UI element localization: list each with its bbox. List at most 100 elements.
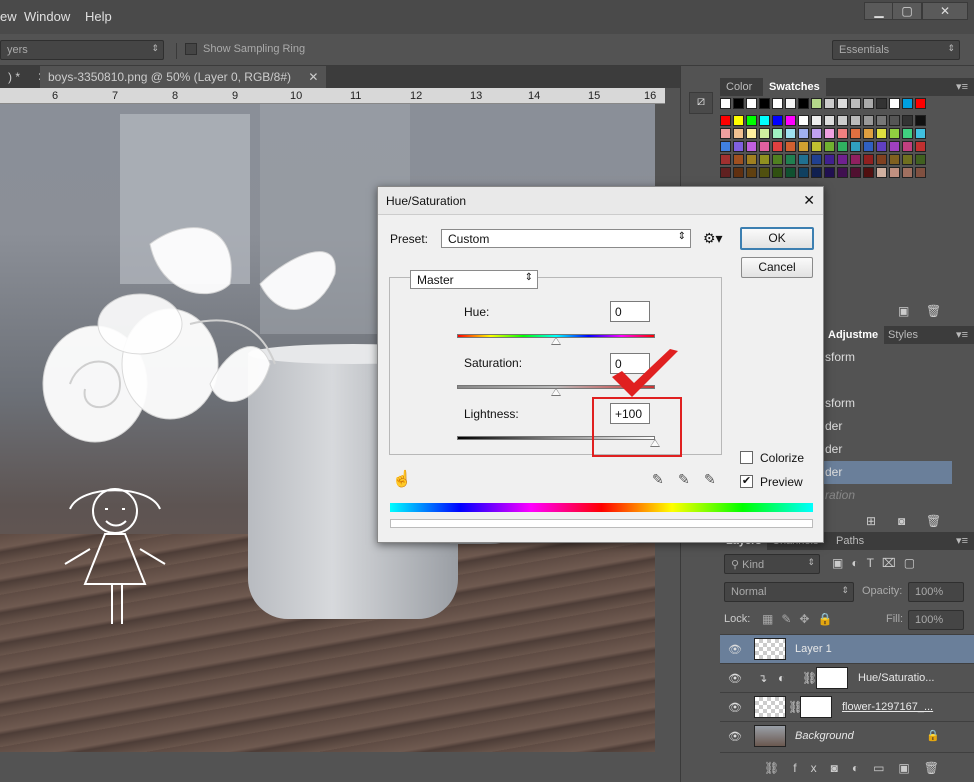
color-swatch[interactable] [785,98,796,109]
color-swatch[interactable] [798,128,809,139]
color-swatch[interactable] [876,98,887,109]
tab-active-document[interactable]: boys-3350810.png @ 50% (Layer 0, RGB/8#)… [40,66,327,88]
layer-row-background[interactable]: 👁 Background 🔒 [720,721,974,750]
color-swatch[interactable] [876,115,887,126]
color-swatch[interactable] [798,98,809,109]
tab-color[interactable]: Color [720,78,758,96]
color-swatch[interactable] [720,98,731,109]
layer-row-flower[interactable]: 👁 ⛓ flower-1297167_... [720,692,974,721]
saturation-slider-thumb[interactable] [551,388,561,396]
color-swatch[interactable] [772,98,783,109]
layer-row-hue-saturation[interactable]: 👁 ↴ ◐ ⛓ Hue/Saturatio... [720,663,974,692]
color-swatch[interactable] [837,154,848,165]
color-swatch[interactable] [811,128,822,139]
ok-button[interactable]: OK [740,227,814,250]
color-swatch[interactable] [824,167,835,178]
color-swatch[interactable] [720,128,731,139]
color-swatch[interactable] [759,167,770,178]
color-swatch[interactable] [837,98,848,109]
color-swatch[interactable] [863,167,874,178]
restore-button[interactable]: ▢ [892,2,922,20]
panel-menu-icon[interactable]: ▾≡ [956,80,968,93]
layer-row-layer-1[interactable]: 👁 Layer 1 [720,634,974,663]
camera-icon[interactable]: ◙ [898,514,905,528]
menu-help[interactable]: Help [85,9,112,24]
color-swatch[interactable] [746,115,757,126]
layer-filter-icons[interactable]: ▣◐T⌧▢ [832,556,923,570]
channel-dropdown[interactable]: Master ⇕ [410,270,538,289]
dialog-titlebar[interactable]: Hue/Saturation ✕ [378,187,823,215]
tab-paths[interactable]: Paths [830,532,870,550]
fill-input[interactable]: 100% [908,610,964,630]
color-swatch[interactable] [798,154,809,165]
color-swatch[interactable] [720,115,731,126]
color-swatch[interactable] [863,128,874,139]
color-swatch[interactable] [733,154,744,165]
color-swatch[interactable] [772,128,783,139]
color-swatch[interactable] [785,154,796,165]
color-swatch[interactable] [746,167,757,178]
color-swatch[interactable] [772,141,783,152]
color-swatch[interactable] [772,115,783,126]
color-swatch[interactable] [733,98,744,109]
color-swatch[interactable] [720,154,731,165]
tab-styles[interactable]: Styles [882,326,924,344]
color-swatch[interactable] [733,115,744,126]
eye-icon[interactable]: 👁 [728,672,742,685]
color-swatch[interactable] [811,141,822,152]
color-swatch[interactable] [759,141,770,152]
color-swatch[interactable] [746,141,757,152]
show-sampling-ring-checkbox[interactable] [185,43,197,55]
color-swatch[interactable] [785,128,796,139]
color-swatch[interactable] [798,141,809,152]
color-swatch[interactable] [837,115,848,126]
eye-icon[interactable]: 👁 [728,701,742,714]
color-swatch[interactable] [889,115,900,126]
colorize-checkbox[interactable] [740,451,753,464]
color-swatch[interactable] [850,115,861,126]
panel-menu-icon[interactable]: ▾≡ [956,328,968,341]
color-swatch[interactable] [902,98,913,109]
color-swatch[interactable] [759,128,770,139]
color-swatch[interactable] [915,115,926,126]
color-swatch[interactable] [889,128,900,139]
cancel-button[interactable]: Cancel [741,257,813,278]
eyedropper-minus-icon[interactable]: ✎ [704,471,716,488]
close-icon[interactable]: ✕ [308,70,318,84]
color-swatch[interactable] [733,167,744,178]
color-swatch[interactable] [876,167,887,178]
minimize-button[interactable]: ▁ [864,2,894,20]
eye-icon[interactable]: 👁 [728,643,742,656]
color-swatch[interactable] [915,141,926,152]
color-swatch[interactable] [915,128,926,139]
color-swatch[interactable] [733,128,744,139]
hue-input[interactable]: 0 [610,301,650,322]
hand-tool-icon[interactable]: ☝ [392,469,412,489]
filter-kind-dropdown[interactable]: ⚲ Kind ⇕ [724,554,820,574]
color-swatch[interactable] [785,141,796,152]
color-swatch[interactable] [824,98,835,109]
new-layer-icon[interactable]: ⊞ [866,514,876,528]
eyedropper-icon[interactable]: ✎ [652,471,664,488]
hue-slider-thumb[interactable] [551,337,561,345]
color-swatch[interactable] [902,154,913,165]
color-swatch[interactable] [785,115,796,126]
color-swatch[interactable] [811,167,822,178]
blend-mode-dropdown[interactable]: Normal ⇕ [724,582,854,602]
color-swatch[interactable] [902,141,913,152]
color-swatch[interactable] [798,167,809,178]
color-swatch[interactable] [824,154,835,165]
color-swatch[interactable] [759,115,770,126]
color-swatch[interactable] [824,115,835,126]
color-swatch[interactable] [837,141,848,152]
color-swatch[interactable] [863,98,874,109]
color-swatch[interactable] [915,154,926,165]
color-swatch[interactable] [746,128,757,139]
color-swatch[interactable] [720,141,731,152]
color-swatch[interactable] [863,154,874,165]
trash-icon[interactable]: 🗑 [926,514,941,528]
panel-menu-icon[interactable]: ▾≡ [956,534,968,547]
color-swatch[interactable] [720,167,731,178]
color-swatch[interactable] [902,167,913,178]
close-window-button[interactable]: ✕ [922,2,968,20]
